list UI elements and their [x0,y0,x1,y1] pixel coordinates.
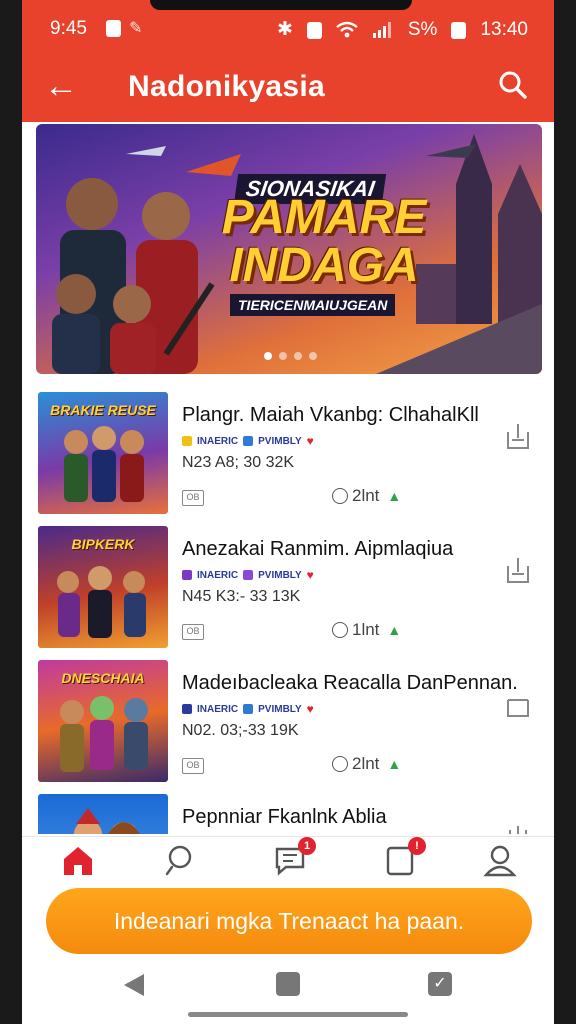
nav-search[interactable] [162,843,198,877]
battery-percent: S% [407,18,438,40]
content-list: BRAKIE REUSE Plangr. Maiah Vkanbg: Clhah… [22,386,554,834]
nav-messages[interactable]: 1 [272,837,316,877]
app-notification-icon [106,20,121,37]
system-back-icon[interactable] [122,972,146,998]
heart-icon[interactable]: ♥ [307,568,314,582]
item-tags: INAERIC PVIMBLY ♥ [182,568,314,582]
tag-icon [243,436,254,446]
thumbnail-title: DNESCHAIA [61,670,145,686]
thumbnail-title: BIPKERK [71,536,135,552]
banner-subtitle: TIERICENMAIUJGEAN [230,294,396,316]
tag-icon [243,570,254,580]
list-item[interactable]: Pepnniar Fkanlnk Ablia [22,788,554,834]
clock-icon [332,488,348,504]
cta-button[interactable]: Indeanari mgka Trenaact ha paan. [46,888,532,954]
item-count: 2lnt ▲ [332,754,401,774]
list-item[interactable]: DNESCHAIA Madeıbacleaka Reacalla DanPenn… [22,654,554,786]
trending-up-icon: ▲ [387,488,402,504]
profile-icon [483,845,517,877]
item-stats: N23 A8; 30 32K [182,454,295,471]
tag-label: PVIMBLY [258,435,302,447]
camera-notch [150,0,412,10]
download-icon[interactable] [504,556,532,586]
nav-notifications[interactable]: ! [382,837,426,877]
system-navigation: ✓ [22,960,554,1024]
item-count: 1lnt ▲ [332,620,401,640]
list-item[interactable]: BIPKERK Anezakai Ranmim. Aipmlaqiua INAE… [22,520,554,652]
clock-icon [332,756,348,772]
carousel-dot[interactable] [279,352,287,360]
carousel-dot[interactable] [294,352,302,360]
item-tags: INAERIC PVIMBLY ♥ [182,702,314,716]
back-arrow-icon[interactable]: ← [44,66,78,106]
messages-badge: 1 [298,837,316,855]
item-stats: N45 K3:- 33 13K [182,588,301,605]
app-bar: ← Nadonikyasia [22,56,554,122]
item-thumbnail: BRAKIE REUSE [38,392,168,514]
home-icon [64,847,92,875]
item-thumbnail: BIPKERK [38,526,168,648]
page-title: Nadonikyasia [128,70,326,103]
trending-up-icon: ▲ [387,622,402,638]
item-title: Pepnniar Fkanlnk Ablia [182,806,387,828]
item-thumbnail: DNESCHAIA [38,660,168,782]
gesture-bar[interactable] [188,1012,408,1017]
item-count: 2lnt ▲ [332,486,401,506]
status-time: 9:45 [50,18,87,39]
list-item[interactable]: BRAKIE REUSE Plangr. Maiah Vkanbg: Clhah… [22,386,554,518]
phone-screen: 9:45 ✎ ✱ S% 13:40 ← Nadonikyasia SIONASI… [22,0,554,1024]
sim-icon [306,22,322,39]
tag-label: PVIMBLY [258,703,302,715]
thumbnail-title: BRAKIE REUSE [50,402,156,418]
banner-title: PAMARE INDAGA [221,191,427,292]
trending-up-icon: ▲ [387,756,402,772]
nav-profile[interactable] [482,843,518,877]
bottom-navigation: 1 ! [22,836,554,882]
media-icon: OB [182,624,204,640]
tag-icon [182,570,192,580]
bluetooth-icon: ✱ [276,19,293,40]
tag-label: INAERIC [197,703,239,715]
item-tags: INAERIC PVIMBLY ♥ [182,434,314,448]
status-clock: 13:40 [480,18,528,40]
tag-icon [243,704,254,714]
item-thumbnail [38,794,168,834]
search-people-icon [165,845,192,876]
system-recents-icon[interactable]: ✓ [428,972,452,996]
battery-icon [451,22,467,39]
item-stats: N02. 03;-33 19K [182,722,299,739]
item-title: Madeıbacleaka Reacalla DanPennan. [182,672,518,694]
tag-label: INAERIC [197,569,239,581]
carousel-dot[interactable] [264,352,272,360]
clock-icon [332,622,348,638]
notifications-badge: ! [408,837,426,855]
heart-icon[interactable]: ♥ [307,434,314,448]
wifi-icon [336,21,358,37]
promo-banner[interactable]: SIONASIKAI PAMARE INDAGA TIERICENMAIUJGE… [36,124,542,374]
media-icon: OB [182,490,204,506]
carousel-dot[interactable] [309,352,317,360]
media-icon: OB [182,758,204,774]
heart-icon[interactable]: ♥ [307,702,314,716]
carousel-dots[interactable] [264,352,317,360]
pen-icon: ✎ [129,20,143,37]
tag-label: INAERIC [197,435,239,447]
download-icon[interactable] [504,422,532,452]
signal-icon [372,21,391,38]
item-title: Plangr. Maiah Vkanbg: ClhahalKll [182,404,479,426]
download-icon[interactable] [504,690,532,720]
tag-icon [182,436,192,446]
tag-label: PVIMBLY [258,569,302,581]
item-title: Anezakai Ranmim. Aipmlaqiua [182,538,454,560]
tag-icon [182,704,192,714]
download-icon[interactable] [504,824,532,834]
system-home-icon[interactable] [276,972,300,996]
search-icon[interactable] [496,68,530,102]
nav-home[interactable] [60,843,96,877]
